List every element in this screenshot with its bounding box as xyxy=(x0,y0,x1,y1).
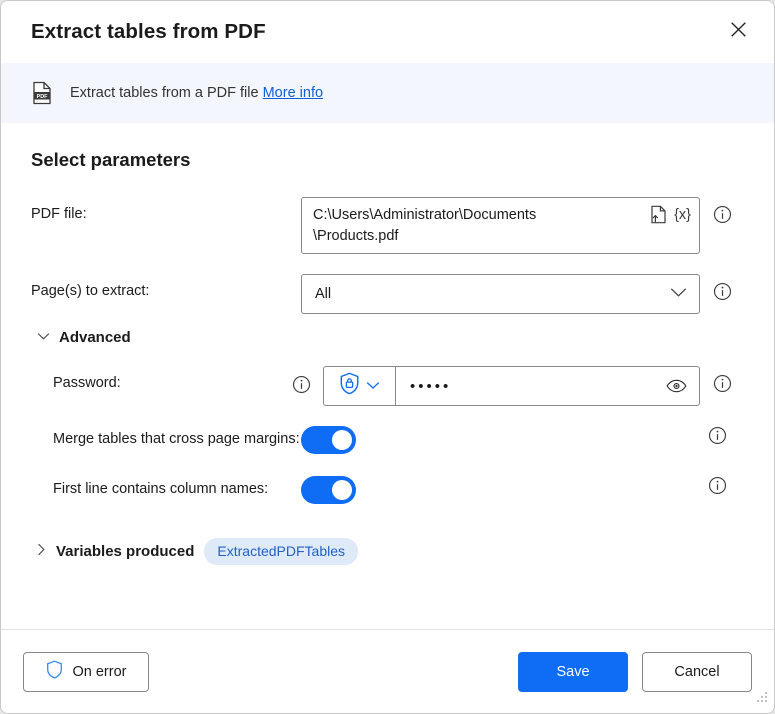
dialog-titlebar: Extract tables from PDF xyxy=(1,1,774,63)
info-icon[interactable] xyxy=(713,282,732,301)
pdf-file-row: PDF file: C:\Users\Administrator\Documen… xyxy=(31,197,744,254)
toggle-knob xyxy=(332,480,352,500)
password-value: ••••• xyxy=(410,377,452,395)
password-mode-selector[interactable] xyxy=(323,366,395,406)
shield-icon xyxy=(46,660,63,683)
chevron-down-icon xyxy=(670,285,687,303)
pages-label-cell: Page(s) to extract: xyxy=(31,274,301,299)
info-icon[interactable] xyxy=(708,476,727,495)
info-icon[interactable] xyxy=(292,366,311,394)
info-banner-label: Extract tables from a PDF file xyxy=(70,85,263,101)
pdf-file-label-cell: PDF file: xyxy=(31,197,301,222)
pages-info-cell xyxy=(700,274,744,301)
extract-tables-dialog: Extract tables from PDF PDF Extract tabl… xyxy=(0,0,775,714)
pages-value: All xyxy=(315,286,332,302)
password-control: ••••• xyxy=(323,366,700,406)
pdf-file-value: C:\Users\Administrator\Documents \Produc… xyxy=(313,207,537,244)
first-line-toggle[interactable] xyxy=(301,476,356,504)
chevron-down-icon xyxy=(37,328,50,346)
pdf-file-adornments: {x} xyxy=(650,204,691,224)
pages-dropdown[interactable]: All xyxy=(301,274,700,314)
password-label: Password: xyxy=(53,375,121,391)
password-input[interactable]: ••••• xyxy=(395,366,700,406)
variables-produced-row[interactable]: Variables produced ExtractedPDFTables xyxy=(37,538,744,565)
password-field-group: ••••• xyxy=(323,366,700,406)
first-line-row: First line contains column names: xyxy=(31,476,744,504)
cancel-button[interactable]: Cancel xyxy=(642,651,752,692)
info-icon[interactable] xyxy=(708,426,727,445)
pdf-file-input[interactable]: C:\Users\Administrator\Documents \Produc… xyxy=(301,197,700,254)
info-icon[interactable] xyxy=(713,374,732,393)
pdf-file-info-cell xyxy=(700,197,744,224)
merge-tables-toggle[interactable] xyxy=(301,426,356,454)
dialog-body: Select parameters PDF file: C:\Users\Adm… xyxy=(1,123,774,629)
section-title: Select parameters xyxy=(31,149,191,170)
more-info-link[interactable]: More info xyxy=(263,85,323,101)
close-button[interactable] xyxy=(716,12,760,52)
chevron-down-icon xyxy=(366,377,380,395)
advanced-section-toggle[interactable]: Advanced xyxy=(37,328,131,346)
info-icon[interactable] xyxy=(713,205,732,224)
on-error-label: On error xyxy=(72,663,127,680)
variables-produced-label: Variables produced xyxy=(56,543,195,560)
merge-tables-label: Merge tables that cross page margins: xyxy=(53,431,300,447)
pdf-file-icon: PDF xyxy=(31,81,53,105)
file-upload-icon[interactable] xyxy=(650,205,667,224)
first-line-label: First line contains column names: xyxy=(53,481,269,497)
info-banner: PDF Extract tables from a PDF file More … xyxy=(1,63,774,123)
toggle-knob xyxy=(332,430,352,450)
close-icon xyxy=(730,21,747,43)
save-button[interactable]: Save xyxy=(518,651,628,692)
password-info-cell xyxy=(700,366,744,393)
advanced-label: Advanced xyxy=(59,328,131,346)
pages-control: All xyxy=(301,274,700,314)
eye-icon[interactable] xyxy=(666,379,687,393)
on-error-button[interactable]: On error xyxy=(23,651,149,692)
password-label-cell: Password: xyxy=(53,366,323,394)
variable-picker-button[interactable]: {x} xyxy=(674,206,691,224)
pdf-file-label: PDF file: xyxy=(31,206,87,222)
pages-row: Page(s) to extract: All xyxy=(31,274,744,314)
svg-text:PDF: PDF xyxy=(37,94,48,100)
shield-lock-icon xyxy=(339,372,360,400)
chevron-right-icon xyxy=(37,543,46,561)
variable-badge[interactable]: ExtractedPDFTables xyxy=(204,538,358,565)
pdf-file-control: C:\Users\Administrator\Documents \Produc… xyxy=(301,197,700,254)
info-banner-text: Extract tables from a PDF file More info xyxy=(70,85,323,101)
merge-tables-row: Merge tables that cross page margins: xyxy=(31,426,744,454)
password-row: Password: ••••• xyxy=(31,366,744,406)
pages-label: Page(s) to extract: xyxy=(31,283,150,299)
resize-grip-icon[interactable] xyxy=(753,688,769,709)
dialog-footer: On error Save Cancel xyxy=(1,629,774,713)
dialog-title: Extract tables from PDF xyxy=(31,20,266,43)
